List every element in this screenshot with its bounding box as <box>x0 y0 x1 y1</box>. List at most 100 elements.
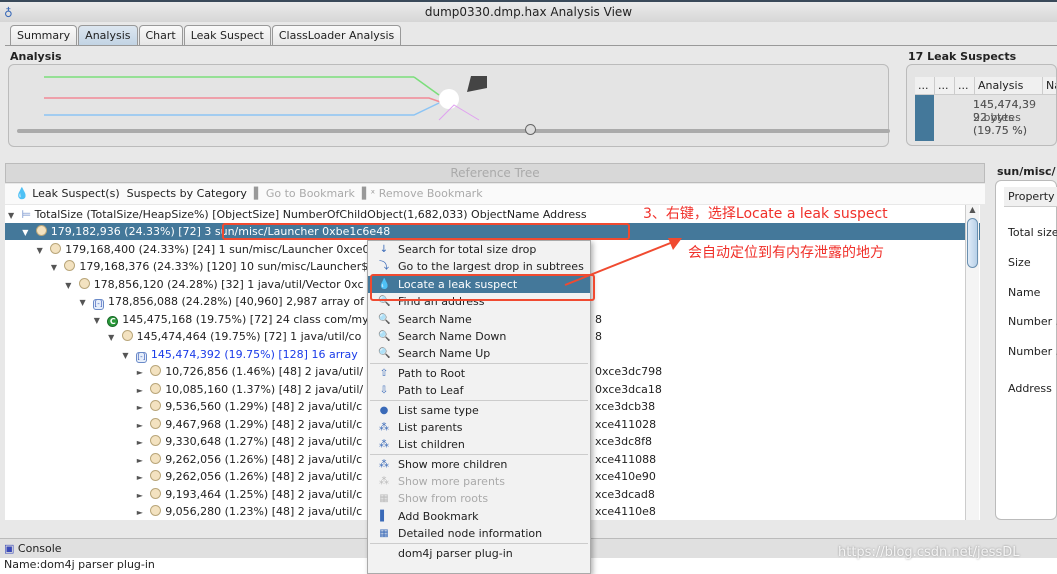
row-label: 9,056,280 (1.23%) [48] 2 java/util/c <box>165 505 363 518</box>
expand-toggle[interactable]: ▼ <box>51 259 61 276</box>
column-header[interactable]: Analysis <box>975 77 1043 94</box>
window-title: dump0330.dmp.hax Analysis View <box>424 5 633 19</box>
expand-toggle[interactable]: ► <box>137 417 147 434</box>
go-to-bookmark-button[interactable]: Go to Bookmark <box>266 187 355 200</box>
row-address: 0xce3dc798 <box>595 365 663 378</box>
menu-item-dom4j-parser-plug-in[interactable]: dom4j parser plug-in <box>368 545 590 562</box>
menu-item-label: Search Name Up <box>398 347 491 361</box>
column-header[interactable]: Na <box>1043 77 1056 94</box>
expand-toggle[interactable]: ► <box>137 504 147 520</box>
remove-bookmark-button[interactable]: Remove Bookmark <box>379 187 483 200</box>
scrollbar-thumb[interactable] <box>967 218 978 268</box>
parents-icon: ⁂ <box>379 421 389 433</box>
row-label: 179,168,400 (24.33%) [24] 1 sun/misc/Lau… <box>65 242 370 256</box>
reference-tree-title: Reference Tree <box>5 163 985 183</box>
object-icon <box>78 277 90 289</box>
menu-item-path-to-root[interactable]: ⇧ Path to Root <box>368 365 590 382</box>
expand-toggle[interactable]: ▼ <box>108 329 118 346</box>
row-label: 9,262,056 (1.26%) [48] 2 java/util/c <box>165 470 363 483</box>
column-header[interactable]: ... <box>935 77 955 94</box>
row-address: 8 <box>595 312 602 326</box>
expand-toggle[interactable]: ▼ <box>122 347 132 364</box>
expand-toggle[interactable]: ► <box>137 399 147 416</box>
tab-leak-suspect[interactable]: Leak Suspect <box>183 25 271 45</box>
row-address: xce4110e8 <box>595 505 656 518</box>
more-parents-icon: ⁂ <box>379 476 389 488</box>
menu-item-label: Detailed node information <box>398 527 543 541</box>
menu-item-label: Search Name <box>398 312 472 326</box>
expand-toggle[interactable]: ▼ <box>65 277 75 294</box>
menu-item-label: Show more parents <box>398 475 505 489</box>
row-label: 178,856,120 (24.28%) [32] 1 java/util/Ve… <box>93 277 364 291</box>
zoom-slider-thumb[interactable] <box>525 124 536 135</box>
menu-item-search-name-down[interactable]: 🔍 Search Name Down <box>368 328 590 345</box>
menu-item-label: dom4j parser plug-in <box>398 546 513 560</box>
object-icon <box>121 330 133 341</box>
row-label: 9,467,968 (1.29%) [48] 2 java/util/c <box>165 417 363 431</box>
column-header[interactable]: ... <box>915 77 935 94</box>
menu-item-label: Path to Leaf <box>398 384 464 398</box>
tab-summary[interactable]: Summary <box>10 25 78 45</box>
expand-toggle[interactable]: ► <box>137 434 147 451</box>
watermark: https://blog.csdn.net/jessDL <box>838 545 1020 560</box>
children-icon: ⁂ <box>379 439 389 451</box>
expand-toggle[interactable]: ▼ <box>37 242 47 259</box>
row-label: 145,474,464 (19.75%) [72] 1 java/util/co <box>136 330 362 343</box>
property-name: Number ... <box>1008 315 1057 328</box>
column-header[interactable]: ... <box>955 77 975 94</box>
expand-toggle[interactable]: ▼ <box>80 294 90 311</box>
expand-toggle[interactable]: ► <box>137 364 147 381</box>
menu-item-label: List same type <box>398 403 479 417</box>
menu-item-path-to-leaf[interactable]: ⇩ Path to Leaf <box>368 382 590 399</box>
annotation-note: 会自动定位到有内存泄露的地方 <box>688 245 884 261</box>
menu-item-list-children[interactable]: ⁂ List children <box>368 436 590 453</box>
menu-item-label: List children <box>398 438 465 452</box>
row-label: 10,726,856 (1.46%) [48] 2 java/util/ <box>165 365 364 378</box>
leak-suspects-button[interactable]: Leak Suspect(s) <box>32 187 119 200</box>
expand-toggle[interactable]: ▼ <box>94 312 104 329</box>
grid-icon: ▦ <box>379 528 389 540</box>
suspects-by-category-button[interactable]: Suspects by Category <box>127 187 247 200</box>
row-address: 8 <box>595 330 602 343</box>
suspect-row-marker[interactable] <box>915 95 934 141</box>
arrow-up-icon: ⇧ <box>379 367 389 379</box>
menu-item-show-more-parents[interactable]: ⁂ Show more parents <box>368 473 590 490</box>
menu-item-label: Go to the largest drop in subtrees <box>398 260 584 274</box>
view-tabs: Summary Analysis Chart Leak Suspect ClassLoa… <box>10 25 402 45</box>
menu-item-detailed-node-information[interactable]: ▦ Detailed node information <box>368 525 590 542</box>
menu-item-list-same-type[interactable]: ● List same type <box>368 402 590 419</box>
menu-item-list-parents[interactable]: ⁂ List parents <box>368 419 590 436</box>
object-icon <box>50 242 62 254</box>
menu-item-show-from-roots[interactable]: ▦ Show from roots <box>368 490 590 507</box>
expand-toggle[interactable]: ► <box>137 487 147 504</box>
expand-toggle[interactable]: ► <box>137 452 147 469</box>
tree-scrollbar[interactable]: ▲ <box>965 205 979 520</box>
row-label: 145,475,168 (19.75%) [72] 24 class com/m… <box>122 312 369 326</box>
annotation-arrow <box>564 238 682 286</box>
object-icon <box>150 452 162 464</box>
row-label: 9,262,056 (1.26%) [48] 2 java/util/c <box>165 452 363 466</box>
tab-chart[interactable]: Chart <box>138 25 183 45</box>
menu-item-label: Show more children <box>398 457 508 471</box>
bookmark-icon: ▌ <box>253 187 263 200</box>
menu-item-search-for-total-size-drop[interactable]: ↓ Search for total size drop <box>368 241 590 258</box>
menu-item-add-bookmark[interactable]: ▌ Add Bookmark <box>368 508 590 525</box>
roots-icon: ▦ <box>379 493 389 505</box>
console-icon: ▣ <box>4 542 15 555</box>
expand-toggle[interactable]: ▼ <box>22 224 32 241</box>
analysis-graph-panel <box>8 64 890 147</box>
expand-toggle[interactable]: ► <box>137 469 147 486</box>
row-label: 145,474,392 (19.75%) [128] 16 array <box>150 347 358 361</box>
tab-analysis[interactable]: Analysis <box>78 25 138 45</box>
tab-classloader-analysis[interactable]: ClassLoader Analysis <box>271 25 402 45</box>
row-label: 10,085,160 (1.37%) [48] 2 java/util/ <box>165 382 364 396</box>
search-up-icon: 🔍 <box>378 348 391 360</box>
menu-item-show-more-children[interactable]: ⁂ Show more children <box>368 456 590 473</box>
expand-toggle[interactable]: ► <box>137 382 147 399</box>
object-icon <box>150 417 162 429</box>
bookmark-icon: ▌ <box>380 510 388 522</box>
property-name: Address <box>1008 382 1052 395</box>
menu-item-search-name[interactable]: 🔍 Search Name <box>368 311 590 328</box>
property-column-header: Property <box>1004 187 1057 207</box>
menu-item-search-name-up[interactable]: 🔍 Search Name Up <box>368 345 590 362</box>
